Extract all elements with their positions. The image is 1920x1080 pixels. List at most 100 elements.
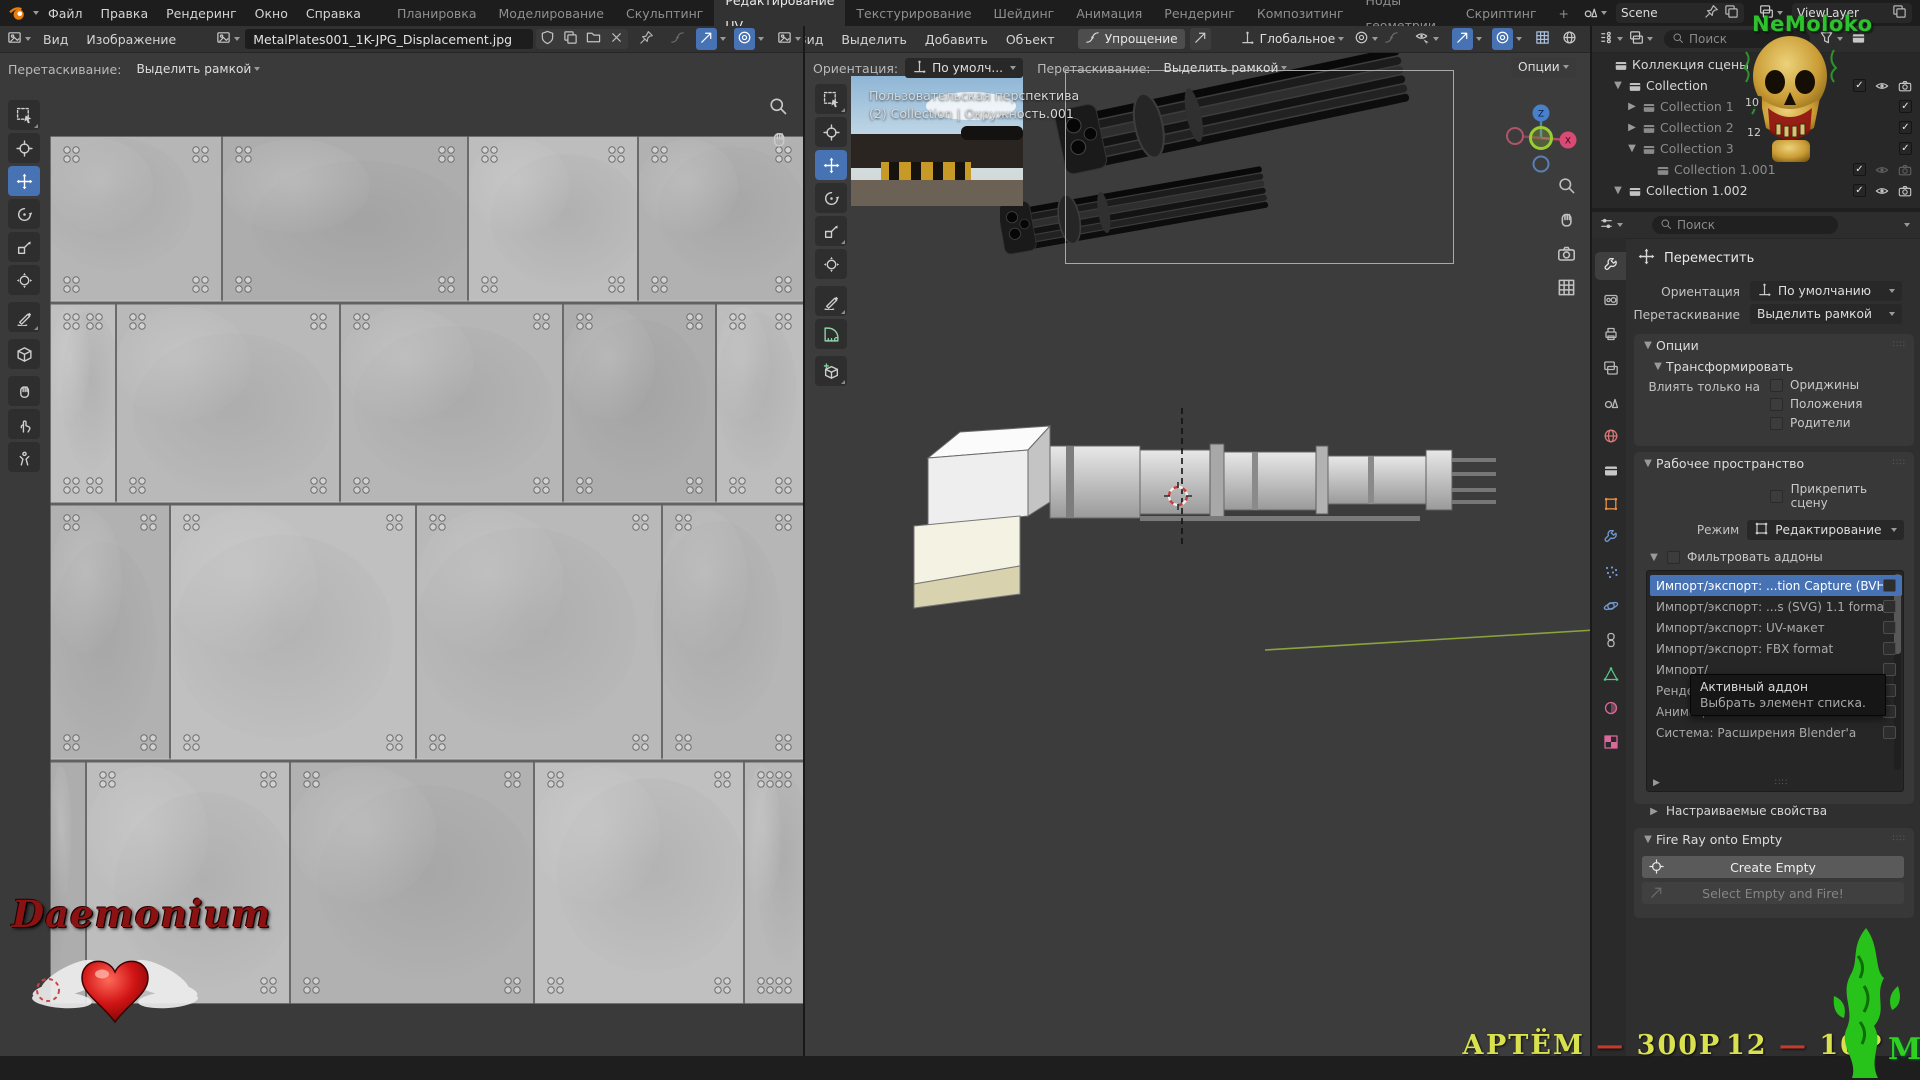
affect-option-ориджины[interactable]: Ориджины: [1770, 378, 1862, 392]
tab-scene[interactable]: [1595, 388, 1626, 416]
uv-falloff-icon[interactable]: [667, 28, 688, 50]
workspace-tab[interactable]: Композитинг: [1246, 1, 1355, 26]
tab-material[interactable]: [1595, 694, 1626, 722]
vp-options-dropdown[interactable]: Опции: [1511, 57, 1576, 77]
scene-selector[interactable]: Scene: [1616, 3, 1744, 23]
tab-world[interactable]: [1595, 422, 1626, 450]
vp-drag-dropdown[interactable]: Выделить рамкой: [1157, 58, 1295, 78]
addon-enable-checkbox[interactable]: [1883, 579, 1896, 592]
vp-zoom-icon[interactable]: [1557, 176, 1576, 198]
panel-separator[interactable]: [1590, 26, 1592, 1056]
outliner-search[interactable]: Поиск: [1664, 30, 1810, 48]
render-camera-icon[interactable]: [1898, 79, 1912, 93]
outliner-filter-icon[interactable]: [1816, 28, 1846, 50]
uv-canvas[interactable]: [0, 84, 804, 1056]
viewlayer-selector[interactable]: ViewLayer: [1792, 3, 1912, 23]
tool-transform[interactable]: [8, 265, 40, 295]
menu-Файл[interactable]: Файл: [39, 1, 92, 26]
expand-caret[interactable]: ▶: [1626, 122, 1638, 133]
fire-ray-panel-header[interactable]: ▼Fire Ray onto Empty∷∷: [1634, 828, 1914, 850]
tool-move[interactable]: [8, 166, 40, 196]
outliner-properties-splitter[interactable]: [1592, 208, 1920, 212]
xray-toggle-icon[interactable]: [1532, 28, 1553, 50]
tab-view-layer[interactable]: [1595, 354, 1626, 382]
affect-option-родители[interactable]: Родители: [1770, 416, 1862, 430]
addon-item[interactable]: Импорт/экспорт: FBX format: [1650, 638, 1902, 659]
tool-annotate[interactable]: [8, 302, 40, 332]
tab-object[interactable]: [1595, 490, 1626, 518]
orientation-dropdown[interactable]: По умолчанию: [1750, 281, 1902, 301]
options-panel-header[interactable]: ▼Опции∷∷: [1634, 334, 1914, 356]
vp-orientation-dropdown[interactable]: По умолч...: [905, 58, 1023, 78]
duplicate-image-icon[interactable]: [559, 28, 582, 50]
hide-eye-icon[interactable]: [1875, 163, 1889, 177]
selectability-checkbox[interactable]: ✓: [1899, 100, 1912, 113]
gizmo-visibility-icon[interactable]: [1412, 28, 1442, 50]
navigation-gizmo[interactable]: ZX: [1505, 102, 1577, 174]
tool-relax[interactable]: [8, 409, 40, 439]
workspace-tab[interactable]: Скульптинг: [615, 1, 714, 26]
pin-scene-checkbox[interactable]: [1770, 490, 1783, 503]
pin-image-icon[interactable]: [636, 28, 657, 50]
tool-move[interactable]: [815, 150, 847, 180]
outliner-row-collection-1.001[interactable]: Collection 1.001✓: [1592, 159, 1920, 180]
tab-physics[interactable]: [1595, 592, 1626, 620]
uv-image-browse-icon[interactable]: [213, 28, 243, 50]
addon-enable-checkbox[interactable]: [1883, 600, 1896, 613]
drag-dropdown[interactable]: Выделить рамкой: [1750, 304, 1902, 324]
tool-rip-region[interactable]: [8, 339, 40, 369]
menu-Окно[interactable]: Окно: [246, 1, 297, 26]
tab-output[interactable]: [1595, 320, 1626, 348]
workspace-tab[interactable]: Текстурирование: [845, 1, 982, 26]
addon-expand-arrow[interactable]: ▶: [1653, 778, 1660, 788]
uv-display-image-icon[interactable]: [774, 28, 804, 50]
tab-particles[interactable]: [1595, 558, 1626, 586]
menu-Объект[interactable]: Объект: [997, 27, 1064, 52]
tool-cursor[interactable]: [8, 133, 40, 163]
menu-Справка[interactable]: Справка: [297, 1, 370, 26]
blender-logo-icon[interactable]: [6, 2, 30, 24]
properties-search[interactable]: Поиск: [1652, 216, 1838, 234]
affect-option-положения[interactable]: Положения: [1770, 397, 1862, 411]
tool-annotate[interactable]: [815, 286, 847, 316]
selectability-checkbox[interactable]: ✓: [1853, 163, 1866, 176]
addon-item[interactable]: Импорт/экспорт: UV-макет: [1650, 617, 1902, 638]
tool-rotate[interactable]: [8, 199, 40, 229]
tab-active-tool[interactable]: [1595, 252, 1626, 280]
vp-ortho-grid-icon[interactable]: [1557, 278, 1576, 300]
tab-collection[interactable]: [1595, 456, 1626, 484]
transform-orientation-dropdown[interactable]: Глобальное: [1233, 29, 1352, 49]
selectability-checkbox[interactable]: ✓: [1853, 79, 1866, 92]
checkbox[interactable]: [1770, 417, 1783, 430]
viewlayer-copy-icon[interactable]: [1892, 4, 1907, 22]
outliner-row--[interactable]: Коллекция сцены: [1592, 54, 1920, 75]
outliner-row-collection-2[interactable]: ▶Collection 2✓: [1592, 117, 1920, 138]
menu-Изображение[interactable]: Изображение: [77, 27, 185, 52]
tool-transform[interactable]: [815, 249, 847, 279]
workspace-tab[interactable]: Скриптинг: [1455, 1, 1548, 26]
workspace-tab[interactable]: Рендеринг: [1153, 1, 1246, 26]
editor-separator[interactable]: [803, 26, 805, 1056]
tool-select-box[interactable]: [815, 84, 847, 114]
create-empty-button[interactable]: Create Empty: [1642, 856, 1904, 878]
menu-Добавить[interactable]: Добавить: [916, 27, 997, 52]
checkbox[interactable]: [1770, 379, 1783, 392]
addon-item[interactable]: Импорт/экспорт: ...tion Capture (BVH): [1650, 575, 1902, 596]
workspace-tab[interactable]: Планировка: [386, 1, 488, 26]
vp-pan-hand-icon[interactable]: [1557, 210, 1576, 232]
checkbox[interactable]: [1770, 398, 1783, 411]
render-camera-icon[interactable]: [1898, 163, 1912, 177]
addon-enable-checkbox[interactable]: [1883, 621, 1896, 634]
uv-zoom-icon[interactable]: [768, 96, 788, 119]
menu-Вид[interactable]: Вид: [34, 27, 77, 52]
tab-object-data[interactable]: [1595, 660, 1626, 688]
outliner-row-collection-1.002[interactable]: ▼Collection 1.002✓: [1592, 180, 1920, 201]
outliner-row-collection-1[interactable]: ▶Collection 1✓: [1592, 96, 1920, 117]
workspace-tab[interactable]: Анимация: [1065, 1, 1153, 26]
uv-snap-toggle-icon[interactable]: [696, 28, 717, 50]
addon-enable-checkbox[interactable]: [1883, 642, 1896, 655]
snap-chevron[interactable]: [1476, 37, 1482, 41]
hide-eye-icon[interactable]: [1875, 79, 1889, 93]
tool-add-cube[interactable]: [815, 356, 847, 386]
filter-addons-checkbox[interactable]: [1667, 551, 1680, 564]
